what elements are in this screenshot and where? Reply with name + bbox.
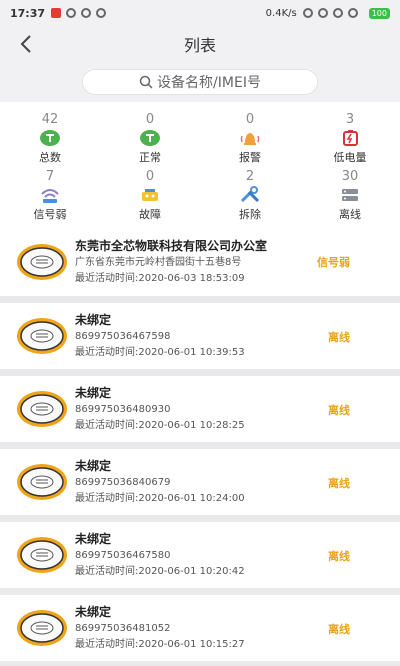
stat-count: 7: [45, 169, 55, 184]
notification-icon: [81, 8, 92, 18]
device-list: 东莞市全芯物联科技有限公司办公室 广东省东莞市元岭村香园街十五巷8号 最近活动时…: [0, 228, 400, 666]
smoke-detector-icon: [17, 391, 67, 427]
stat-count: 0: [145, 169, 155, 184]
stat-count: 30: [341, 169, 359, 184]
stat-fault[interactable]: 0 故障: [100, 169, 200, 226]
device-last-active: 最近活动时间:2020-06-01 10:20:42: [75, 566, 245, 577]
stat-label: 故障: [139, 208, 161, 221]
stat-normal[interactable]: 0 正常: [100, 112, 200, 169]
device-imei: 869975036480930: [75, 404, 171, 415]
stats-panel: 42 总数 0 正常 0 报警 3 低电量 7 信号弱 0 故障 2 拆除 30…: [0, 102, 400, 232]
stat-label: 拆除: [239, 208, 261, 221]
removed-wrench-icon: [239, 186, 261, 204]
network-speed: 0.4K/s: [265, 7, 297, 19]
stat-count: 0: [245, 112, 255, 127]
stat-offline[interactable]: 30 离线: [300, 169, 400, 226]
device-last-active: 最近活动时间:2020-06-03 18:53:09: [75, 273, 245, 284]
smoke-detector-icon: [17, 537, 67, 573]
signal-icon: [347, 8, 358, 18]
stat-count: 0: [145, 112, 155, 127]
nav-bar: 列表: [0, 26, 400, 62]
status-badge: 离线: [328, 623, 350, 636]
stat-total[interactable]: 42 总数: [0, 112, 100, 169]
smoke-detector-icon: [17, 318, 67, 354]
device-name: 未绑定: [75, 605, 112, 619]
status-bar: 17:37 0.4K/s 100: [0, 0, 400, 26]
device-address: 广东省东莞市元岭村香园街十五巷8号: [75, 257, 242, 268]
smoke-detector-icon: [17, 610, 67, 646]
status-badge: 离线: [328, 550, 350, 563]
device-normal-icon: [139, 129, 161, 147]
device-card[interactable]: 未绑定 869975036467580 最近活动时间:2020-06-01 10…: [0, 522, 400, 588]
stats-row: 7 信号弱 0 故障 2 拆除 30 离线: [0, 169, 400, 226]
wifi-icon: [332, 8, 343, 18]
stat-label: 离线: [339, 208, 361, 221]
chevron-left-icon: [20, 35, 31, 53]
device-info: 未绑定 869975036840679 最近活动时间:2020-06-01 10…: [75, 457, 400, 507]
device-last-active: 最近活动时间:2020-06-01 10:15:27: [75, 639, 245, 650]
device-name: 未绑定: [75, 313, 112, 327]
offline-icon: [339, 186, 361, 204]
status-badge: 离线: [328, 404, 350, 417]
stat-count: 42: [41, 112, 59, 127]
stat-count: 2: [245, 169, 255, 184]
stat-removed[interactable]: 2 拆除: [200, 169, 300, 226]
notification-icon: [51, 8, 62, 18]
stat-alarm[interactable]: 0 报警: [200, 112, 300, 169]
smoke-detector-icon: [17, 244, 67, 280]
device-info: 未绑定 869975036467598 最近活动时间:2020-06-01 10…: [75, 311, 400, 361]
stat-label: 报警: [239, 151, 261, 164]
battery-icon: 100: [368, 7, 390, 19]
device-info: 未绑定 869975036481052 最近活动时间:2020-06-01 10…: [75, 603, 400, 653]
smoke-detector-icon: [17, 464, 67, 500]
device-imei: 869975036467598: [75, 331, 171, 342]
device-card[interactable]: 未绑定 869975036467598 最近活动时间:2020-06-01 10…: [0, 303, 400, 369]
device-total-icon: [39, 129, 61, 147]
clock: 17:37: [10, 6, 46, 20]
search-icon: [139, 75, 153, 89]
device-card[interactable]: 未绑定 869975036480930 最近活动时间:2020-06-01 10…: [0, 376, 400, 442]
device-last-active: 最近活动时间:2020-06-01 10:28:25: [75, 420, 245, 431]
device-imei: 869975036467580: [75, 550, 171, 561]
device-card[interactable]: 东莞市全芯物联科技有限公司办公室 广东省东莞市元岭村香园街十五巷8号 最近活动时…: [0, 228, 400, 296]
alarm-bell-icon: [239, 129, 261, 147]
bluetooth-icon: [302, 8, 313, 18]
page-title: 列表: [183, 36, 216, 55]
device-name: 未绑定: [75, 386, 112, 400]
notification-icon: [96, 8, 107, 18]
alarm-clock-icon: [317, 8, 328, 18]
device-info: 未绑定 869975036467580 最近活动时间:2020-06-01 10…: [75, 530, 400, 580]
notification-icon: [66, 8, 77, 18]
device-imei: 869975036840679: [75, 477, 171, 488]
device-info: 东莞市全芯物联科技有限公司办公室 广东省东莞市元岭村香园街十五巷8号 最近活动时…: [75, 237, 400, 287]
status-badge: 离线: [328, 477, 350, 490]
stats-row: 42 总数 0 正常 0 报警 3 低电量: [0, 112, 400, 169]
stat-label: 低电量: [333, 151, 367, 164]
device-card[interactable]: 未绑定 869975036840679 最近活动时间:2020-06-01 10…: [0, 449, 400, 515]
search-area: 设备名称/IMEI号: [0, 62, 400, 102]
device-name: 东莞市全芯物联科技有限公司办公室: [75, 239, 268, 253]
device-name: 未绑定: [75, 532, 112, 546]
weak-signal-icon: [39, 186, 61, 204]
stat-weak-signal[interactable]: 7 信号弱: [0, 169, 100, 226]
stat-label: 总数: [39, 151, 61, 164]
back-button[interactable]: [14, 32, 38, 56]
device-name: 未绑定: [75, 459, 112, 473]
search-placeholder: 设备名称/IMEI号: [157, 75, 261, 91]
status-badge: 离线: [328, 331, 350, 344]
status-badge: 信号弱: [317, 256, 350, 269]
low-battery-icon: [339, 129, 361, 147]
device-info: 未绑定 869975036480930 最近活动时间:2020-06-01 10…: [75, 384, 400, 434]
stat-label: 信号弱: [33, 208, 67, 221]
device-last-active: 最近活动时间:2020-06-01 10:39:53: [75, 347, 245, 358]
stat-label: 正常: [139, 151, 161, 164]
stat-low-battery[interactable]: 3 低电量: [300, 112, 400, 169]
fault-icon: [139, 186, 161, 204]
search-input[interactable]: 设备名称/IMEI号: [82, 69, 318, 95]
device-card[interactable]: 未绑定 869975036481052 最近活动时间:2020-06-01 10…: [0, 595, 400, 661]
stat-count: 3: [345, 112, 355, 127]
device-last-active: 最近活动时间:2020-06-01 10:24:00: [75, 493, 245, 504]
device-imei: 869975036481052: [75, 623, 171, 634]
